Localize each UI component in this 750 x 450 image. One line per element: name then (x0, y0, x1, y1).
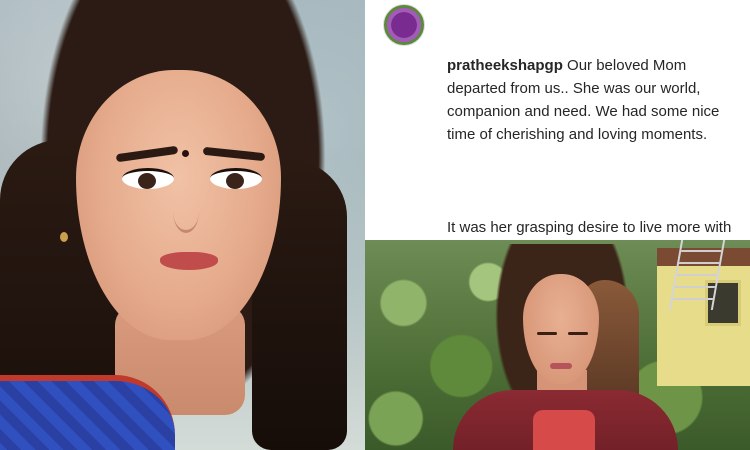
portrait-photo (0, 0, 365, 450)
caption-paragraph-1: pratheekshapgp Our beloved Mom departed … (447, 54, 747, 146)
instagram-caption-panel: pratheekshapgp Our beloved Mom departed … (365, 0, 750, 305)
username-link[interactable]: pratheekshapgp (447, 57, 563, 74)
portrait-left-eye (122, 168, 174, 189)
portrait-right-eye (210, 168, 262, 189)
portrait-bindi (182, 150, 189, 157)
garden-photo-top (533, 410, 595, 450)
garden-photo (365, 240, 750, 450)
profile-avatar[interactable] (383, 4, 425, 46)
portrait-lips (160, 252, 218, 270)
garden-photo-lips (550, 363, 572, 369)
garden-photo-left-eye (537, 332, 557, 335)
portrait-nose (173, 190, 199, 233)
garden-photo-right-eye (568, 332, 588, 335)
portrait-blouse (0, 375, 175, 450)
portrait-earring (60, 232, 68, 242)
